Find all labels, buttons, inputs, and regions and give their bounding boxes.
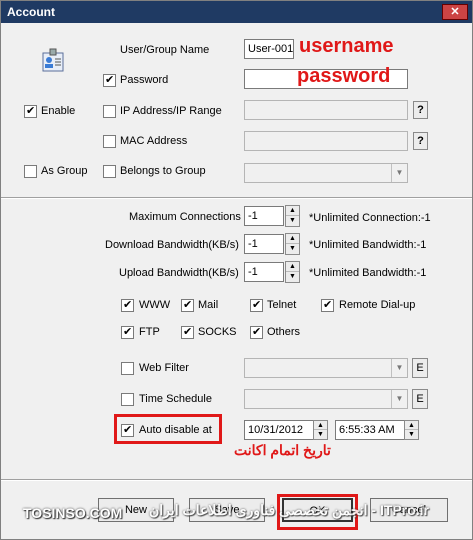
enable-checkbox[interactable] [24,104,37,118]
annotation-password: password [297,65,391,87]
group-select: ▼ [244,163,408,183]
time-schedule-edit-button[interactable]: E [412,389,428,409]
socks-label: SOCKS [198,326,237,338]
ip-range-help-button[interactable]: ? [413,101,428,119]
user-group-name-label: User/Group Name [120,44,210,56]
max-connections-label: Maximum Connections [129,211,241,223]
title-bar: Account [1,1,472,23]
chevron-down-icon: ▼ [391,390,407,408]
upload-bandwidth-spinner[interactable]: ▲ ▼ [285,261,300,283]
watermark-left: TOSINSO.COM [23,505,123,521]
password-checkbox[interactable] [103,73,116,87]
www-checkbox[interactable] [121,298,134,312]
password-label: Password [120,74,169,86]
spin-up-icon[interactable]: ▲ [286,234,299,244]
mail-label: Mail [198,299,219,311]
mac-address-label: MAC Address [120,135,188,147]
remote-dialup-label: Remote Dial-up [339,299,416,311]
enable-label: Enable [41,105,76,117]
account-dialog: Account ✕ User/Group Name User-001 usern… [0,0,473,540]
auto-disable-label: Auto disable at [139,424,212,436]
auto-disable-date-input[interactable]: 10/31/2012 [244,420,314,440]
spin-down-icon[interactable]: ▼ [405,430,418,439]
ftp-label: FTP [139,326,160,338]
divider [1,479,472,481]
spin-down-icon[interactable]: ▼ [314,430,327,439]
ftp-checkbox[interactable] [121,325,134,339]
max-connections-input[interactable]: -1 [244,206,284,226]
others-checkbox[interactable] [250,325,263,339]
upload-bandwidth-hint: *Unlimited Bandwidth:-1 [309,267,427,279]
ip-range-label: IP Address/IP Range [120,105,222,117]
upload-bandwidth-input[interactable]: -1 [244,262,284,282]
belongs-to-group-checkbox[interactable] [103,165,116,178]
telnet-checkbox[interactable] [250,298,263,312]
mac-address-input [244,131,408,151]
belongs-to-group-label: Belongs to Group [120,165,206,177]
time-schedule-label: Time Schedule [139,393,212,405]
remote-dialup-checkbox[interactable] [321,298,334,312]
auto-disable-time-input[interactable]: 6:55:33 AM [335,420,405,440]
web-filter-label: Web Filter [139,362,189,374]
web-filter-checkbox[interactable] [121,362,134,375]
spin-up-icon[interactable]: ▲ [314,421,327,430]
user-group-name-input[interactable]: User-001 [244,39,294,59]
max-connections-spinner[interactable]: ▲ ▼ [285,205,300,227]
spin-down-icon[interactable]: ▼ [286,244,299,254]
download-bandwidth-label: Download Bandwidth(KB/s) [105,239,239,251]
window-title: Account [7,5,55,19]
mac-address-help-button[interactable]: ? [413,132,428,150]
ip-range-input [244,100,408,120]
auto-disable-checkbox[interactable] [121,423,134,437]
as-group-label: As Group [41,165,88,177]
mac-address-checkbox[interactable] [103,135,116,148]
time-schedule-checkbox[interactable] [121,393,134,406]
www-label: WWW [139,299,171,311]
spin-down-icon[interactable]: ▼ [286,216,299,226]
user-card-icon [42,48,64,72]
time-schedule-select: ▼ [244,389,408,409]
web-filter-select: ▼ [244,358,408,378]
max-connections-hint: *Unlimited Connection:-1 [309,212,431,224]
ip-range-checkbox[interactable] [103,105,116,118]
date-spinner[interactable]: ▲ ▼ [313,420,328,440]
watermark-right: ITPro.ir - انجمن تخصصی فناوری اطلاعات ای… [148,502,429,518]
download-bandwidth-input[interactable]: -1 [244,234,284,254]
annotation-username: username [299,35,394,57]
download-bandwidth-spinner[interactable]: ▲ ▼ [285,233,300,255]
divider [1,197,472,199]
download-bandwidth-hint: *Unlimited Bandwidth:-1 [309,239,427,251]
spin-up-icon[interactable]: ▲ [286,262,299,272]
spin-down-icon[interactable]: ▼ [286,272,299,282]
close-button[interactable]: ✕ [442,4,468,20]
mail-checkbox[interactable] [181,298,194,312]
chevron-down-icon: ▼ [391,359,407,377]
as-group-checkbox[interactable] [24,165,37,178]
time-spinner[interactable]: ▲ ▼ [404,420,419,440]
annotation-expiry-date: تاریخ اتمام اکانت [234,442,331,458]
telnet-label: Telnet [267,299,297,311]
spin-up-icon[interactable]: ▲ [286,206,299,216]
web-filter-edit-button[interactable]: E [412,358,428,378]
others-label: Others [267,326,301,338]
upload-bandwidth-label: Upload Bandwidth(KB/s) [119,267,239,279]
spin-up-icon[interactable]: ▲ [405,421,418,430]
socks-checkbox[interactable] [181,325,194,339]
chevron-down-icon: ▼ [391,164,407,182]
